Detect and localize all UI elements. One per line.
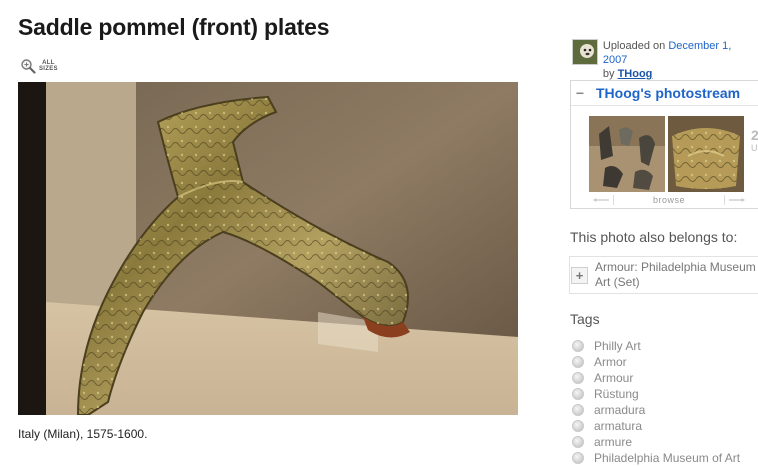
tag-globe-icon[interactable] bbox=[572, 372, 584, 384]
tag-item: armure bbox=[572, 434, 740, 450]
uploader-username-link[interactable]: THoog bbox=[618, 68, 653, 80]
tag-item: armadura bbox=[572, 402, 740, 418]
browse-link[interactable]: browse bbox=[614, 195, 724, 205]
tag-globe-icon[interactable] bbox=[572, 340, 584, 352]
user-avatar[interactable] bbox=[572, 39, 598, 65]
tag-link[interactable]: Philadelphia Museum of Art bbox=[594, 451, 740, 465]
set-link[interactable]: Armour: Philadelphia Museum Art (Set) bbox=[595, 260, 756, 293]
tag-item: Armor bbox=[572, 354, 740, 370]
photo-caption: Italy (Milan), 1575-1600. bbox=[18, 427, 148, 441]
tag-link[interactable]: Armor bbox=[594, 355, 627, 369]
uploaded-on-label: Uploaded on bbox=[602, 40, 666, 52]
tag-link[interactable]: armadura bbox=[594, 403, 645, 417]
tag-link[interactable]: Armour bbox=[594, 371, 633, 385]
tag-globe-icon[interactable] bbox=[572, 388, 584, 400]
collapse-photostream-button[interactable]: − bbox=[571, 85, 589, 101]
all-sizes-label: ALL SIZES bbox=[39, 60, 58, 72]
tag-item: Philadelphia Museum of Art bbox=[572, 450, 740, 466]
tag-item: Armour bbox=[572, 370, 740, 386]
set-item: + Armour: Philadelphia Museum Art (Set) bbox=[569, 256, 758, 294]
page-title: Saddle pommel (front) plates bbox=[18, 14, 330, 40]
tag-link[interactable]: Rüstung bbox=[594, 387, 639, 401]
tag-list: Philly Art Armor Armour Rüstung armadura… bbox=[572, 338, 740, 466]
uploader-info: Uploaded on December 1, 2007 by THoog bbox=[572, 39, 758, 81]
tag-globe-icon[interactable] bbox=[572, 436, 584, 448]
tags-heading: Tags bbox=[570, 311, 600, 327]
tag-item: Rüstung bbox=[572, 386, 740, 402]
magnifier-icon bbox=[21, 59, 36, 74]
by-label: by bbox=[602, 68, 615, 80]
sets-heading: This photo also belongs to: bbox=[570, 229, 738, 245]
main-photo[interactable] bbox=[18, 82, 518, 415]
photostream-thumbnail-partial: 2 bbox=[751, 127, 758, 143]
tag-link[interactable]: armatura bbox=[594, 419, 642, 433]
tag-globe-icon[interactable] bbox=[572, 420, 584, 432]
saddle-pommel-image bbox=[18, 82, 518, 415]
tag-globe-icon[interactable] bbox=[572, 452, 584, 464]
tag-link[interactable]: armure bbox=[594, 435, 632, 449]
arrow-left-icon[interactable] bbox=[589, 198, 613, 202]
all-sizes-button[interactable]: ALL SIZES bbox=[20, 58, 58, 74]
photostream-panel: − THoog's photostream 2 U browse bbox=[570, 80, 758, 209]
arrow-right-icon[interactable] bbox=[725, 198, 749, 202]
tag-globe-icon[interactable] bbox=[572, 356, 584, 368]
tag-link[interactable]: Philly Art bbox=[594, 339, 641, 353]
tag-globe-icon[interactable] bbox=[572, 404, 584, 416]
tag-item: armatura bbox=[572, 418, 740, 434]
photostream-title-link[interactable]: THoog's photostream bbox=[596, 85, 740, 101]
photostream-thumbnail[interactable] bbox=[668, 116, 744, 192]
tag-item: Philly Art bbox=[572, 338, 740, 354]
add-to-set-button[interactable]: + bbox=[571, 267, 588, 284]
photostream-thumbnail-partial-label: U bbox=[751, 143, 758, 153]
photostream-thumbnail[interactable] bbox=[589, 116, 665, 192]
